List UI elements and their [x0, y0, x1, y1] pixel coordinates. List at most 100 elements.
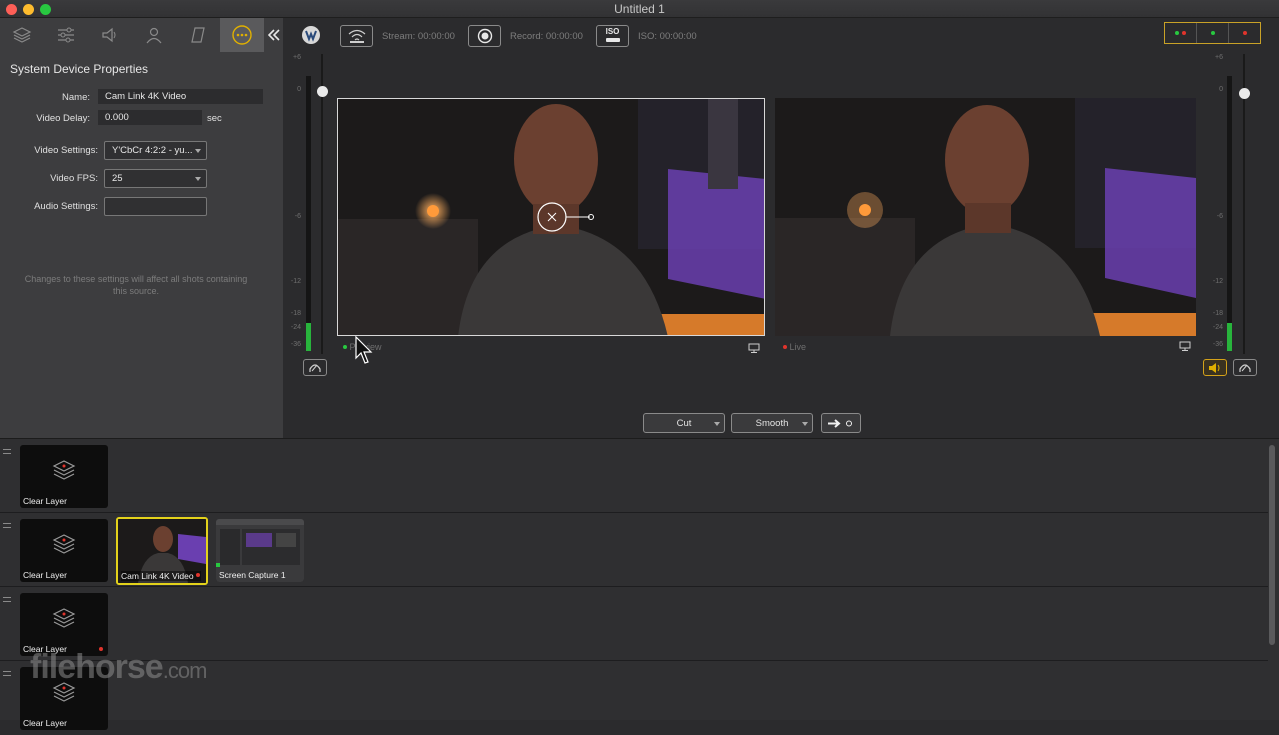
live-dot — [1243, 31, 1247, 35]
meter-scale-label: +6 — [1215, 54, 1223, 61]
chevron-down-icon — [714, 422, 720, 426]
preview-volume-slider[interactable] — [321, 54, 323, 354]
layer-row: Clear Layer Cam Link 4K Video Screen Cap… — [0, 513, 1268, 587]
video-fps-select[interactable]: 25 — [104, 169, 207, 188]
layers-scrollbar[interactable] — [1269, 445, 1275, 645]
video-delay-unit: sec — [207, 113, 222, 124]
record-button[interactable] — [468, 25, 501, 47]
overlay-icon — [191, 27, 205, 43]
collapse-panel-button[interactable] — [264, 18, 283, 52]
broadcast-icon — [348, 29, 365, 43]
drag-handle-icon[interactable] — [3, 671, 11, 676]
title-bar: Untitled 1 — [0, 0, 1279, 18]
video-delay-label: Video Delay: — [36, 113, 90, 124]
watermark: filehorse.com — [30, 648, 208, 687]
headphones-icon — [309, 363, 321, 372]
meter-scale-label: +6 — [293, 54, 301, 61]
drag-handle-icon[interactable] — [3, 523, 11, 528]
tab-adjustments[interactable] — [44, 18, 88, 52]
live-speaker-button[interactable] — [1203, 359, 1227, 376]
headphones-icon — [1239, 363, 1251, 372]
tab-audio[interactable] — [88, 18, 132, 52]
preview-headphones-button[interactable] — [303, 359, 327, 376]
video-delay-field[interactable]: 0.000 — [98, 110, 202, 125]
video-settings-label: Video Settings: — [34, 145, 98, 156]
audio-settings-label: Audio Settings: — [34, 201, 98, 212]
tab-more[interactable] — [220, 18, 264, 52]
live-audio-level — [1227, 323, 1232, 351]
live-monitor[interactable] — [775, 98, 1196, 336]
live-dot — [196, 573, 200, 577]
video-settings-value: Y'CbCr 4:2:2 - yu... — [112, 145, 193, 156]
layers-icon — [52, 460, 76, 480]
record-icon — [477, 28, 492, 44]
video-fps-value: 25 — [112, 173, 123, 184]
panel-title: System Device Properties — [10, 62, 149, 76]
go-button[interactable] — [821, 413, 861, 433]
properties-panel: System Device Properties Name: Cam Link … — [0, 18, 283, 438]
record-time: 00:00:00 — [545, 31, 583, 42]
wirecast-logo[interactable] — [302, 26, 320, 44]
chevron-down-icon — [195, 177, 201, 181]
live-headphones-button[interactable] — [1233, 359, 1257, 376]
preview-volume-knob[interactable] — [317, 86, 328, 97]
monitor-icon[interactable] — [748, 343, 760, 353]
meter-scale-label: -12 — [290, 278, 301, 285]
meter-scale-label: -18 — [290, 310, 301, 317]
stream-button[interactable] — [340, 25, 373, 47]
live-volume-knob[interactable] — [1239, 88, 1250, 99]
audio-icon — [102, 27, 116, 43]
view-mode-preview[interactable] — [1197, 23, 1229, 43]
name-field[interactable]: Cam Link 4K Video — [98, 89, 263, 104]
stream-label-text: Stream: — [382, 31, 416, 42]
watermark-suffix: .com — [162, 658, 208, 683]
meter-scale-label: -12 — [1212, 278, 1223, 285]
live-dot — [1182, 31, 1186, 35]
drag-handle-icon[interactable] — [3, 449, 11, 454]
window-title: Untitled 1 — [614, 2, 665, 16]
iso-badge: ISO — [605, 28, 620, 44]
drag-handle-icon[interactable] — [3, 597, 11, 602]
monitor-icon[interactable] — [1179, 341, 1191, 351]
mouse-cursor-icon — [355, 336, 373, 364]
iso-record-button[interactable]: ISO — [596, 25, 629, 47]
shot-clear-layer[interactable]: Clear Layer — [20, 519, 108, 582]
view-mode-live[interactable] — [1229, 23, 1261, 43]
live-volume-slider[interactable] — [1243, 54, 1245, 354]
shot-label: Cam Link 4K Video — [121, 571, 201, 581]
tab-layers[interactable] — [0, 18, 44, 52]
person-icon — [146, 27, 162, 44]
tab-person[interactable] — [132, 18, 176, 52]
cut-label: Cut — [676, 418, 692, 429]
preview-dot — [343, 345, 347, 349]
cut-transition-select[interactable]: Cut — [643, 413, 725, 433]
settings-note: Changes to these settings will affect al… — [24, 274, 248, 296]
arrow-right-icon — [828, 419, 852, 428]
iso-label-text: ISO: — [638, 31, 658, 42]
tab-overlay[interactable] — [176, 18, 220, 52]
preview-monitor[interactable] — [337, 98, 765, 336]
double-chevron-left-icon — [267, 29, 280, 41]
preview-dot — [1175, 31, 1179, 35]
more-icon — [232, 25, 252, 45]
camera-feed-image — [338, 99, 764, 335]
audio-settings-field[interactable] — [104, 197, 207, 216]
iso-label: ISO: 00:00:00 — [638, 31, 697, 42]
shot-cam-link[interactable]: Cam Link 4K Video — [116, 517, 208, 585]
meter-scale-label: -36 — [1212, 341, 1223, 348]
shot-screen-capture[interactable]: Screen Capture 1 — [216, 519, 304, 582]
shot-clear-layer[interactable]: Clear Layer — [20, 593, 108, 656]
live-label: Live — [789, 342, 807, 352]
smooth-label: Smooth — [755, 418, 789, 429]
sliders-icon — [58, 27, 74, 43]
view-mode-dual[interactable] — [1165, 23, 1197, 43]
live-status: Live — [783, 342, 806, 352]
smooth-transition-select[interactable]: Smooth — [731, 413, 813, 433]
shot-clear-layer[interactable]: Clear Layer — [20, 445, 108, 508]
watermark-text: filehorse — [30, 648, 164, 686]
stream-time: 00:00:00 — [417, 31, 455, 42]
video-fps-label: Video FPS: — [50, 173, 98, 184]
wirecast-logo-icon — [305, 30, 317, 42]
meter-scale-label: -24 — [290, 324, 301, 331]
video-settings-select[interactable]: Y'CbCr 4:2:2 - yu... — [104, 141, 207, 160]
